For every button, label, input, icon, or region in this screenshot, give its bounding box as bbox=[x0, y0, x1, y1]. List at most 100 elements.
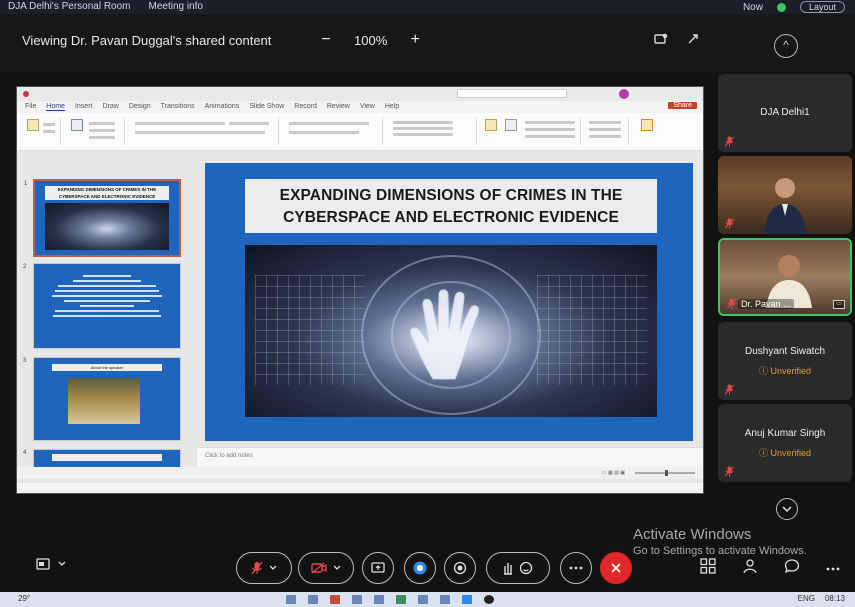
shared-content-header: Viewing Dr. Pavan Duggal's shared conten… bbox=[0, 14, 855, 72]
collapse-panel-button[interactable]: ^ bbox=[774, 34, 798, 58]
assistant-icon bbox=[413, 561, 427, 575]
muted-mic-icon bbox=[724, 136, 735, 147]
pop-out-icon[interactable] bbox=[686, 32, 700, 49]
record-button[interactable] bbox=[444, 552, 476, 584]
ppt-menu-item: Insert bbox=[74, 103, 93, 110]
thumbnail-caption bbox=[52, 454, 162, 461]
ppt-menu-item: File bbox=[25, 103, 37, 110]
top-strip: DJA Delhi's Personal Room Meeting info N… bbox=[0, 0, 855, 14]
status-view-icons: ▭ ▦ ▤ ▣ bbox=[601, 470, 625, 476]
windows-taskbar: 29° ENG 08:13 bbox=[0, 592, 855, 607]
weather-widget[interactable]: 29° bbox=[18, 594, 30, 603]
ppt-menu-item: Record bbox=[294, 103, 317, 110]
ppt-menu-item: Review bbox=[326, 103, 350, 110]
participant-tile[interactable]: Anuj Kumar Singh ⓘ Unverified bbox=[718, 404, 852, 482]
taskbar-app-icon[interactable] bbox=[440, 595, 450, 604]
participants-button[interactable] bbox=[742, 558, 758, 578]
taskbar-apps bbox=[286, 595, 494, 604]
slide-thumbnail: 1 EXPANDING DIMENSIONS OF CRIMES IN THE … bbox=[24, 179, 181, 257]
participant-tile-active-speaker[interactable]: Dr. Pavan ... ▭ bbox=[718, 238, 852, 316]
connection-status-icon bbox=[776, 2, 786, 12]
zoom-level: 100% bbox=[354, 32, 388, 48]
muted-mic-icon bbox=[251, 561, 263, 575]
taskbar-app-icon[interactable] bbox=[286, 595, 296, 604]
taskbar-app-icon[interactable] bbox=[330, 595, 340, 604]
muted-mic-icon bbox=[726, 298, 737, 309]
current-slide: EXPANDING DIMENSIONS OF CRIMES IN THE CY… bbox=[205, 163, 693, 441]
thumbnail-number: 1 bbox=[24, 181, 28, 187]
participant-name: DJA Delhi1 bbox=[760, 107, 810, 118]
participant-tile[interactable]: Dushyant Siwatch ⓘ Unverified bbox=[718, 322, 852, 400]
participants-icon bbox=[743, 559, 757, 574]
paste-icon bbox=[27, 119, 39, 131]
more-options-button[interactable] bbox=[560, 552, 592, 584]
share-button[interactable] bbox=[362, 552, 394, 584]
language-indicator[interactable]: ENG bbox=[798, 594, 815, 603]
ppt-menu-item: Slide Show bbox=[249, 103, 285, 110]
slide-thumbnail: 3 About the speaker bbox=[23, 357, 181, 441]
taskbar-app-icon[interactable] bbox=[418, 595, 428, 604]
room-name[interactable]: DJA Delhi's Personal Room bbox=[8, 1, 131, 12]
zoom-controls: − 100% + bbox=[318, 31, 423, 49]
ppt-menu-item: View bbox=[359, 103, 375, 110]
notes-pane: Click to add notes bbox=[197, 447, 703, 467]
ppt-workspace: 1 EXPANDING DIMENSIONS OF CRIMES IN THE … bbox=[17, 151, 703, 483]
taskbar-app-icon[interactable] bbox=[308, 595, 318, 604]
annotate-icon[interactable] bbox=[654, 32, 668, 49]
ribbon-group-arrange bbox=[481, 117, 581, 145]
webex-meeting-window: DJA Delhi's Personal Room Meeting info N… bbox=[0, 0, 855, 607]
thumbnail-caption-text: About the speaker bbox=[90, 365, 124, 370]
participant-more-icon[interactable]: ▭ bbox=[833, 300, 845, 309]
participant-name: Dr. Pavan ... bbox=[738, 299, 794, 309]
ppt-ribbon bbox=[17, 113, 703, 151]
reactions-group[interactable] bbox=[486, 552, 550, 584]
addins-icon bbox=[641, 119, 653, 131]
thumbnail-image bbox=[45, 203, 169, 250]
share-screen-icon bbox=[371, 562, 385, 573]
slide-thumbnail: 2 bbox=[23, 263, 181, 349]
scroll-participants-down-button[interactable] bbox=[776, 498, 798, 520]
unverified-text: Unverified bbox=[770, 366, 812, 376]
taskbar-app-icon[interactable] bbox=[374, 595, 384, 604]
more-icon bbox=[826, 567, 840, 571]
mute-button[interactable] bbox=[236, 552, 292, 584]
chevron-down-icon bbox=[333, 565, 341, 570]
muted-mic-icon bbox=[724, 466, 735, 477]
thumbnail-number: 4 bbox=[23, 450, 27, 456]
digital-grid-left bbox=[255, 275, 365, 385]
participant-name: Anuj Kumar Singh bbox=[744, 428, 826, 439]
ppt-menu-item: Design bbox=[128, 103, 151, 110]
clock[interactable]: 08:13 bbox=[825, 594, 845, 603]
taskbar-app-icon[interactable] bbox=[462, 595, 472, 604]
slide-hand-image bbox=[245, 245, 657, 417]
taskbar-app-icon[interactable] bbox=[484, 595, 494, 604]
meeting-controls-bar bbox=[0, 536, 855, 592]
ppt-share-button: Share bbox=[668, 102, 697, 109]
ribbon-group-drawing bbox=[387, 117, 477, 145]
leave-meeting-button[interactable] bbox=[600, 552, 632, 584]
ppt-status-bar: ▭ ▦ ▤ ▣ bbox=[17, 467, 703, 479]
taskbar-app-icon[interactable] bbox=[352, 595, 362, 604]
participant-tile[interactable] bbox=[718, 156, 852, 234]
chat-button[interactable] bbox=[784, 558, 800, 578]
layout-menu-button[interactable] bbox=[36, 558, 66, 570]
record-icon bbox=[453, 561, 467, 575]
layout-icon bbox=[36, 558, 50, 570]
layout-button[interactable]: Layout bbox=[799, 1, 845, 13]
ppt-title-bar bbox=[17, 87, 703, 101]
thumbnail-text-lines bbox=[46, 272, 168, 320]
status-zoom-slider bbox=[635, 470, 695, 476]
taskbar-app-icon[interactable] bbox=[396, 595, 406, 604]
thumbnail-title: EXPANDING DIMENSIONS OF CRIMES IN THE CY… bbox=[45, 186, 169, 200]
apps-button[interactable] bbox=[700, 558, 716, 578]
meeting-info-link[interactable]: Meeting info bbox=[149, 1, 203, 12]
zoom-out-button[interactable]: − bbox=[318, 31, 334, 49]
chevron-down-icon bbox=[269, 565, 277, 570]
more-panels-button[interactable] bbox=[826, 558, 840, 578]
webex-assistant-button[interactable] bbox=[404, 552, 436, 584]
participant-tile[interactable]: DJA Delhi1 bbox=[718, 74, 852, 152]
slide-thumbnail: 4 bbox=[23, 449, 181, 469]
ribbon-group-font bbox=[129, 117, 279, 145]
video-button[interactable] bbox=[298, 552, 354, 584]
zoom-in-button[interactable]: + bbox=[407, 31, 423, 49]
